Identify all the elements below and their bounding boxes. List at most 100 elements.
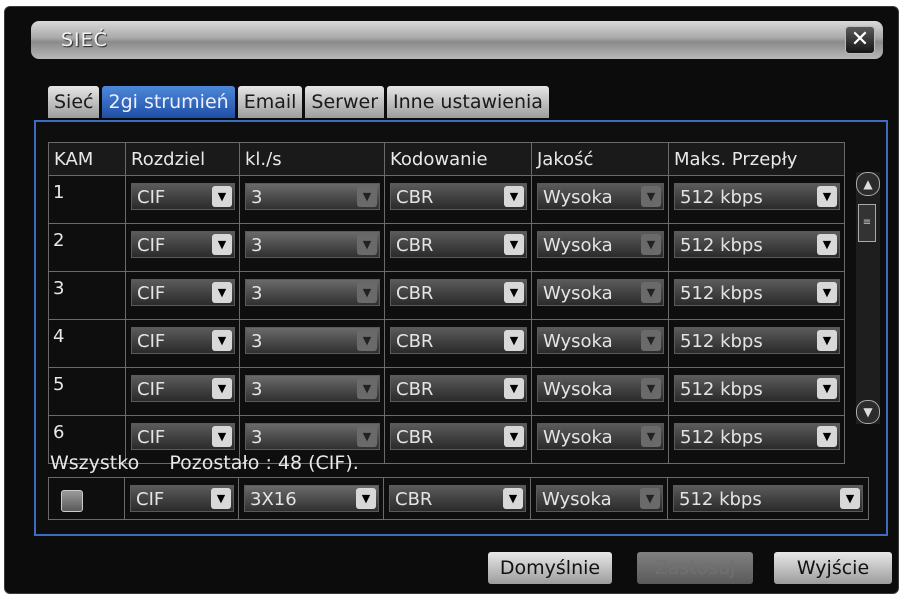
table-row: 1 CIF ▼ 3 ▼ CBR ▼ Wysoka ▼ 512 kbps ▼ bbox=[48, 175, 845, 224]
scroll-up-icon[interactable]: ▲ bbox=[856, 172, 880, 196]
col-header-rozdziel: Rozdziel bbox=[125, 142, 240, 176]
quality-select[interactable]: Wysoka ▼ bbox=[537, 327, 664, 354]
quality-select[interactable]: Wysoka ▼ bbox=[537, 279, 664, 306]
apply-button[interactable]: Zastosuj bbox=[637, 552, 753, 584]
remaining-text: Pozostało : 48 (CIF). bbox=[169, 452, 359, 474]
table-row: 2 CIF ▼ 3 ▼ CBR ▼ Wysoka ▼ 512 kbps ▼ bbox=[48, 223, 845, 272]
stream-settings-panel: KAM Rozdziel kl./s Kodowanie Jakość Maks… bbox=[34, 120, 888, 536]
chevron-down-icon: ▼ bbox=[357, 282, 377, 303]
chevron-down-icon: ▼ bbox=[357, 426, 377, 447]
encoding-select[interactable]: CBR ▼ bbox=[390, 231, 527, 258]
chevron-down-icon: ▼ bbox=[641, 426, 661, 447]
chevron-down-icon: ▼ bbox=[817, 330, 837, 351]
chevron-down-icon: ▼ bbox=[357, 234, 377, 255]
table-scrollbar[interactable]: ▲ ≡ ▼ bbox=[856, 172, 880, 424]
bitrate-select[interactable]: 512 kbps ▼ bbox=[674, 423, 840, 450]
chevron-down-icon: ▼ bbox=[357, 378, 377, 399]
all-encoding-select[interactable]: CBR ▼ bbox=[389, 485, 526, 512]
all-bitrate-select[interactable]: 512 kbps ▼ bbox=[673, 485, 863, 512]
col-header-maks-przeplyw: Maks. Przepły bbox=[668, 142, 845, 176]
all-label: Wszystko bbox=[50, 452, 140, 474]
remaining-info: Wszystko Pozostało : 48 (CIF). bbox=[50, 452, 359, 474]
exit-button[interactable]: Wyjście bbox=[774, 552, 892, 584]
camera-number: 2 bbox=[48, 223, 126, 272]
table-row: 5 CIF ▼ 3 ▼ CBR ▼ Wysoka ▼ 512 kbps ▼ bbox=[48, 367, 845, 416]
camera-number: 1 bbox=[48, 175, 126, 224]
chevron-down-icon: ▼ bbox=[641, 330, 661, 351]
bitrate-select[interactable]: 512 kbps ▼ bbox=[674, 231, 840, 258]
chevron-down-icon: ▼ bbox=[212, 234, 232, 255]
encoding-select[interactable]: CBR ▼ bbox=[390, 279, 527, 306]
table-row: 3 CIF ▼ 3 ▼ CBR ▼ Wysoka ▼ 512 kbps ▼ bbox=[48, 271, 845, 320]
scroll-down-icon[interactable]: ▼ bbox=[856, 400, 880, 424]
encoding-select[interactable]: CBR ▼ bbox=[390, 327, 527, 354]
bitrate-select[interactable]: 512 kbps ▼ bbox=[674, 327, 840, 354]
encoding-select[interactable]: CBR ▼ bbox=[390, 375, 527, 402]
title-bar: SIEĆ ✕ bbox=[31, 21, 883, 59]
resolution-select[interactable]: CIF ▼ bbox=[131, 279, 235, 306]
window-title: SIEĆ bbox=[61, 29, 108, 51]
chevron-down-icon: ▼ bbox=[504, 282, 524, 303]
all-fps-select[interactable]: 3X16 ▼ bbox=[244, 485, 379, 512]
chevron-down-icon: ▼ bbox=[817, 378, 837, 399]
chevron-down-icon: ▼ bbox=[212, 426, 232, 447]
chevron-down-icon: ▼ bbox=[504, 234, 524, 255]
fps-select[interactable]: 3 ▼ bbox=[245, 183, 380, 210]
fps-select[interactable]: 3 ▼ bbox=[245, 279, 380, 306]
encoding-select[interactable]: CBR ▼ bbox=[390, 423, 527, 450]
tab-siec[interactable]: Sieć bbox=[48, 86, 100, 118]
col-header-fps: kl./s bbox=[239, 142, 385, 176]
tab-email[interactable]: Email bbox=[237, 86, 303, 118]
col-header-kam: KAM bbox=[48, 142, 126, 176]
fps-select[interactable]: 3 ▼ bbox=[245, 423, 380, 450]
chevron-down-icon: ▼ bbox=[504, 426, 524, 447]
bitrate-select[interactable]: 512 kbps ▼ bbox=[674, 279, 840, 306]
resolution-select[interactable]: CIF ▼ bbox=[131, 231, 235, 258]
all-resolution-select[interactable]: CIF ▼ bbox=[130, 485, 234, 512]
chevron-down-icon: ▼ bbox=[640, 488, 660, 509]
chevron-down-icon: ▼ bbox=[840, 488, 860, 509]
resolution-select[interactable]: CIF ▼ bbox=[131, 375, 235, 402]
encoding-select[interactable]: CBR ▼ bbox=[390, 183, 527, 210]
fps-select[interactable]: 3 ▼ bbox=[245, 327, 380, 354]
chevron-down-icon: ▼ bbox=[504, 186, 524, 207]
col-header-jakosc: Jakość bbox=[531, 142, 669, 176]
all-checkbox[interactable] bbox=[61, 490, 83, 512]
chevron-down-icon: ▼ bbox=[212, 186, 232, 207]
quality-select[interactable]: Wysoka ▼ bbox=[537, 423, 664, 450]
tab-serwer[interactable]: Serwer bbox=[305, 86, 385, 118]
resolution-select[interactable]: CIF ▼ bbox=[131, 327, 235, 354]
quality-select[interactable]: Wysoka ▼ bbox=[537, 231, 664, 258]
chevron-down-icon: ▼ bbox=[357, 186, 377, 207]
chevron-down-icon: ▼ bbox=[211, 488, 231, 509]
default-button[interactable]: Domyślnie bbox=[488, 552, 612, 584]
tab-bar: Sieć 2gi strumień Email Serwer Inne usta… bbox=[48, 86, 552, 118]
quality-select[interactable]: Wysoka ▼ bbox=[537, 375, 664, 402]
resolution-select[interactable]: CIF ▼ bbox=[131, 423, 235, 450]
tab-2gi-strumien[interactable]: 2gi strumień bbox=[102, 86, 235, 118]
bitrate-select[interactable]: 512 kbps ▼ bbox=[674, 183, 840, 210]
fps-select[interactable]: 3 ▼ bbox=[245, 375, 380, 402]
tab-inne-ustawienia[interactable]: Inne ustawienia bbox=[387, 86, 549, 118]
chevron-down-icon: ▼ bbox=[504, 378, 524, 399]
quality-select[interactable]: Wysoka ▼ bbox=[537, 183, 664, 210]
chevron-down-icon: ▼ bbox=[212, 330, 232, 351]
chevron-down-icon: ▼ bbox=[817, 426, 837, 447]
scroll-thumb[interactable]: ≡ bbox=[858, 204, 876, 242]
all-quality-select[interactable]: Wysoka ▼ bbox=[536, 485, 663, 512]
chevron-down-icon: ▼ bbox=[641, 282, 661, 303]
camera-number: 4 bbox=[48, 319, 126, 368]
camera-number: 3 bbox=[48, 271, 126, 320]
chevron-down-icon: ▼ bbox=[357, 330, 377, 351]
bitrate-select[interactable]: 512 kbps ▼ bbox=[674, 375, 840, 402]
table-row: 4 CIF ▼ 3 ▼ CBR ▼ Wysoka ▼ 512 kbps ▼ bbox=[48, 319, 845, 368]
chevron-down-icon: ▼ bbox=[817, 234, 837, 255]
chevron-down-icon: ▼ bbox=[641, 234, 661, 255]
chevron-down-icon: ▼ bbox=[212, 282, 232, 303]
resolution-select[interactable]: CIF ▼ bbox=[131, 183, 235, 210]
fps-select[interactable]: 3 ▼ bbox=[245, 231, 380, 258]
stream-table: KAM Rozdziel kl./s Kodowanie Jakość Maks… bbox=[48, 142, 845, 464]
close-icon[interactable]: ✕ bbox=[845, 26, 875, 54]
chevron-down-icon: ▼ bbox=[504, 330, 524, 351]
all-checkbox-cell bbox=[48, 477, 125, 520]
